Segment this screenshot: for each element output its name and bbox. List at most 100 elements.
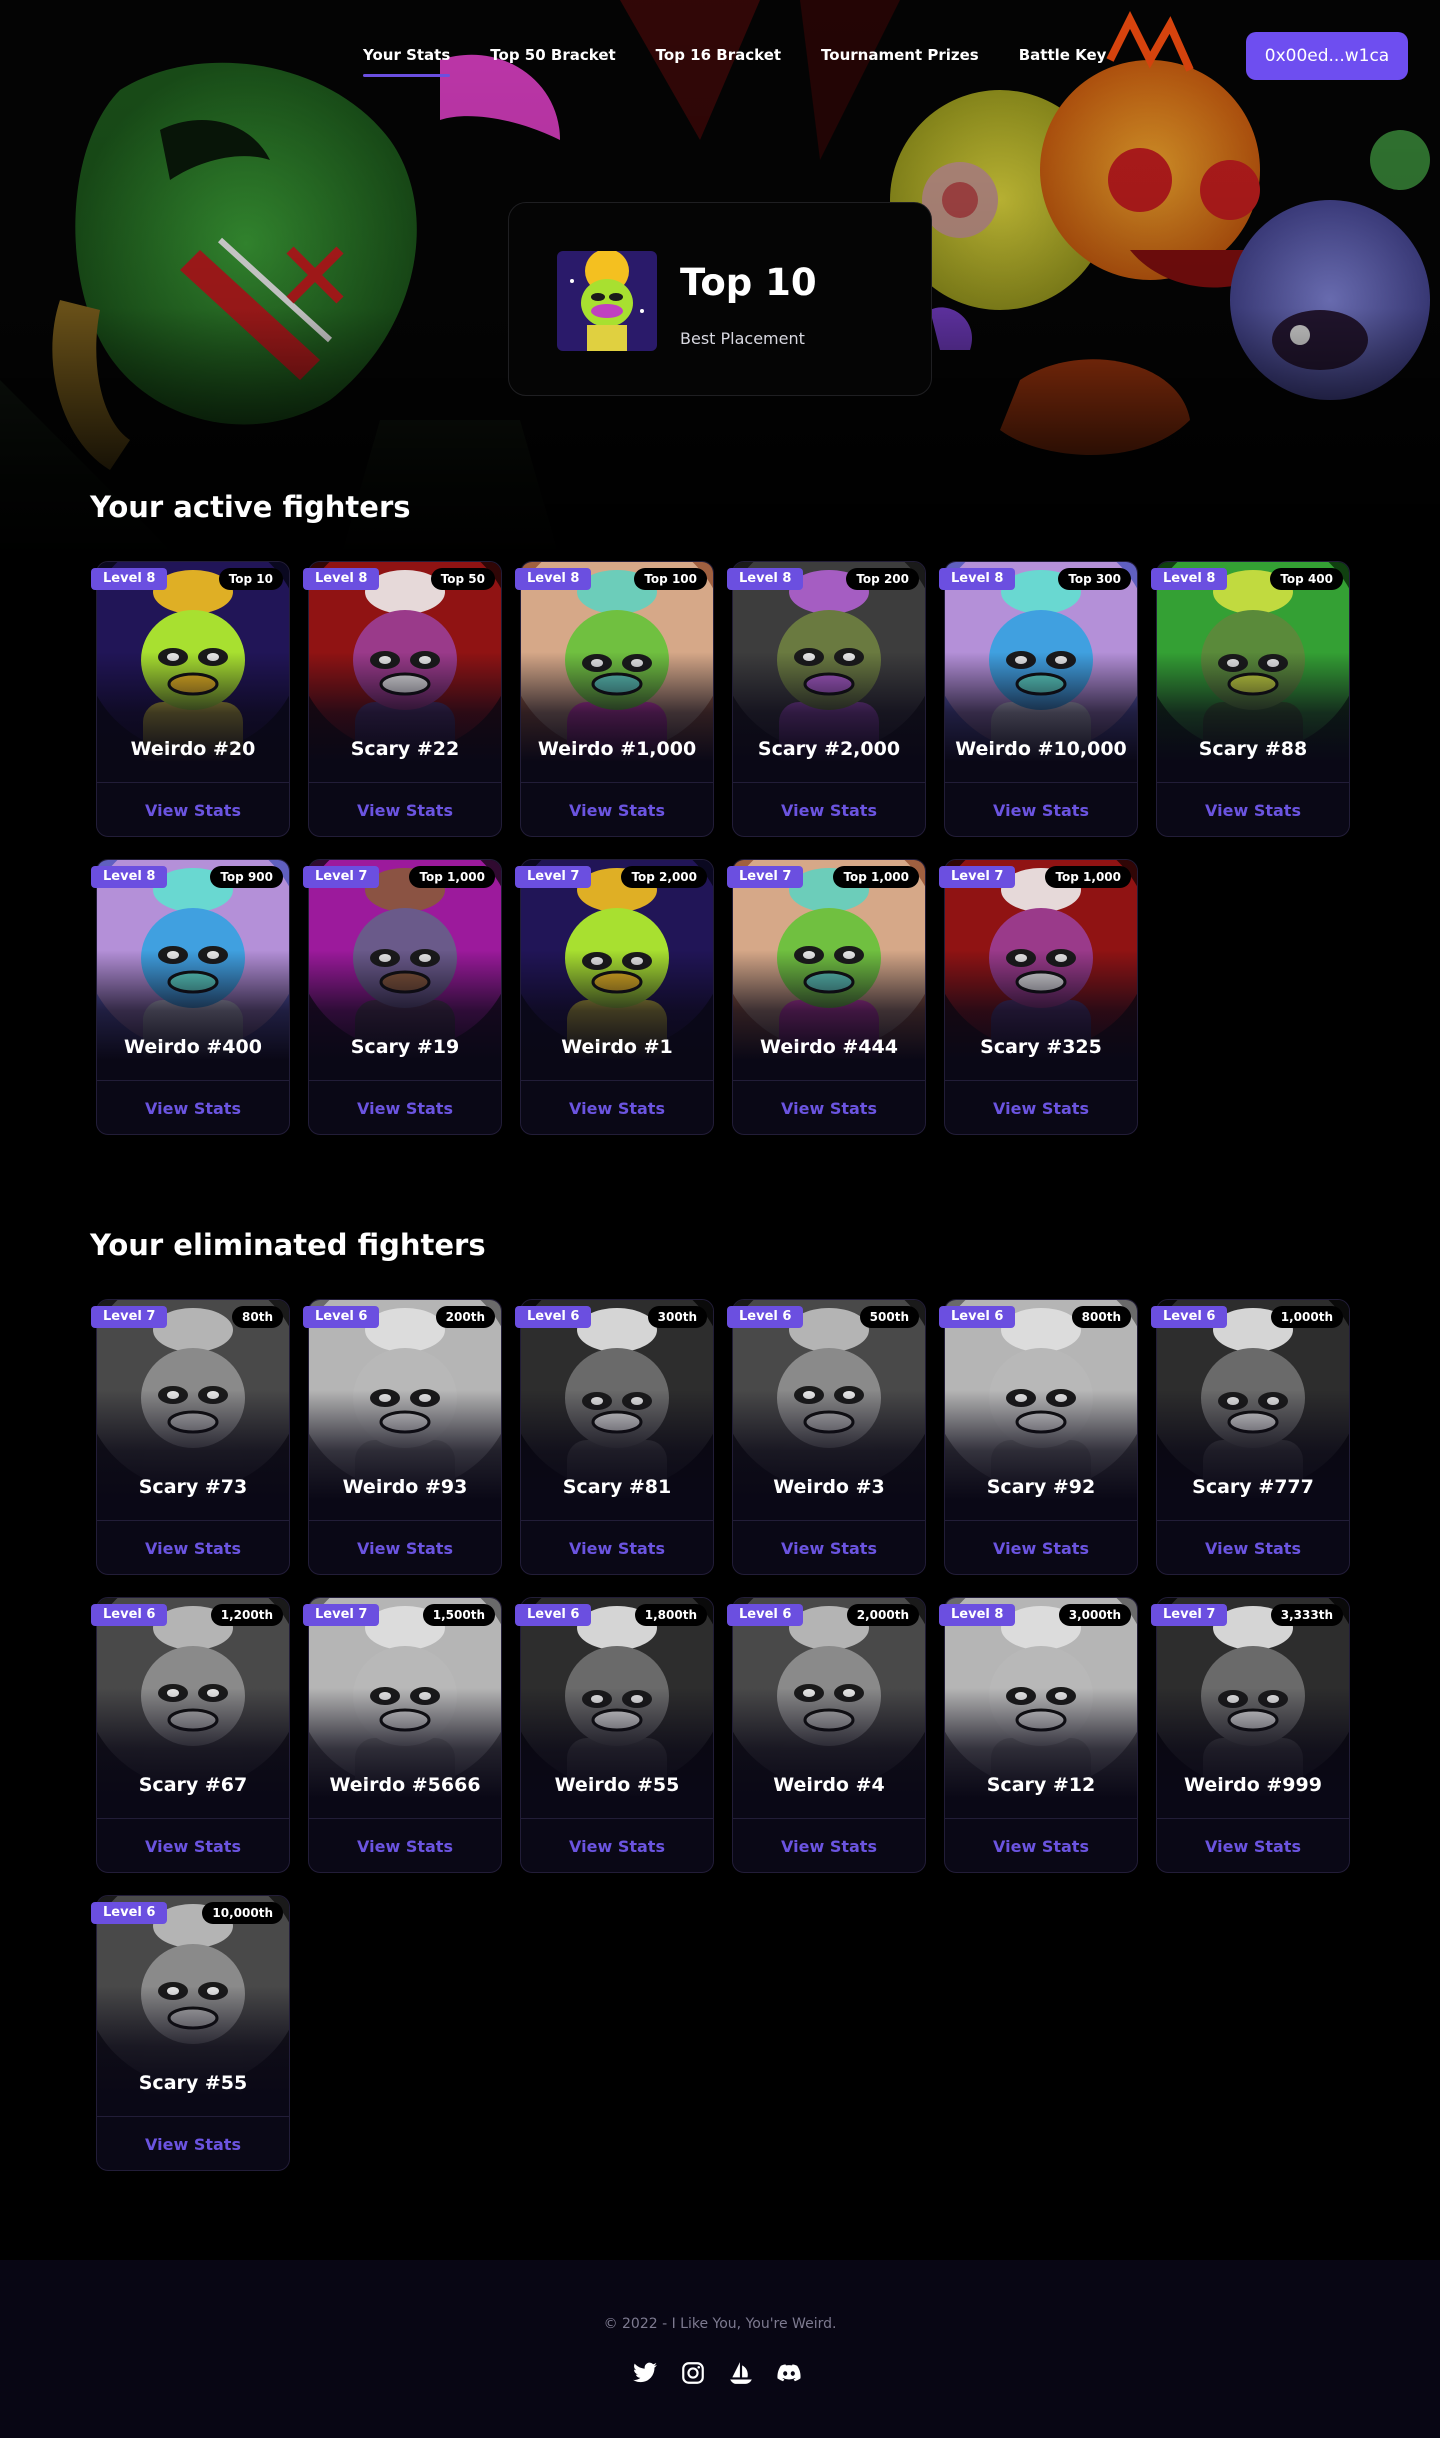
best-placement-card: Top 10 Best Placement — [508, 202, 932, 396]
wallet-button[interactable]: 0x00ed...w1ca — [1246, 32, 1408, 80]
view-stats-link[interactable]: View Stats — [945, 1081, 1137, 1135]
rank-badge: 3,000th — [1058, 1604, 1131, 1626]
level-badge: Level 8 — [91, 568, 168, 590]
eliminated-fighter-card: Level 7 1,500th Weirdo #5666 View Stats — [303, 1597, 502, 1873]
level-badge: Level 6 — [303, 1306, 380, 1328]
view-stats-link[interactable]: View Stats — [97, 1081, 289, 1135]
rank-badge: 1,500th — [422, 1604, 495, 1626]
view-stats-link[interactable]: View Stats — [97, 1819, 289, 1873]
fighter-name: Scary #55 — [138, 2072, 248, 2094]
active-fighter-card: Level 8 Top 10 Weirdo #20 View Stats — [91, 561, 290, 837]
fighter-image-wrap — [309, 562, 501, 762]
view-stats-link[interactable]: View Stats — [1157, 1819, 1349, 1873]
footer: © 2022 - I Like You, You're Weird. — [0, 2260, 1440, 2438]
fighter-name: Scary #81 — [562, 1476, 672, 1498]
rank-badge: 800th — [1071, 1306, 1131, 1328]
eliminated-fighters-heading: Your eliminated fighters — [90, 1228, 486, 1262]
fighter-image-wrap — [733, 1598, 925, 1798]
nav-link-top-16-bracket[interactable]: Top 16 Bracket — [656, 46, 781, 64]
fighter-image-wrap — [1157, 1598, 1349, 1798]
level-badge: Level 8 — [939, 568, 1016, 590]
view-stats-link[interactable]: View Stats — [309, 1521, 501, 1575]
level-badge: Level 6 — [727, 1306, 804, 1328]
view-stats-link[interactable]: View Stats — [97, 1521, 289, 1575]
level-badge: Level 7 — [91, 1306, 168, 1328]
rank-badge: 2,000th — [846, 1604, 919, 1626]
fighter-image-wrap — [521, 860, 713, 1060]
rank-badge: Top 2,000 — [621, 866, 707, 888]
level-badge: Level 7 — [515, 866, 592, 888]
nav-link-top-50-bracket[interactable]: Top 50 Bracket — [490, 46, 615, 64]
active-fighter-card: Level 8 Top 200 Scary #2,000 View Stats — [727, 561, 926, 837]
eliminated-fighter-card: Level 6 2,000th Weirdo #4 View Stats — [727, 1597, 926, 1873]
level-badge: Level 6 — [515, 1604, 592, 1626]
fighter-image-wrap — [521, 562, 713, 762]
eliminated-fighter-card: Level 6 800th Scary #92 View Stats — [939, 1299, 1138, 1575]
active-fighter-card: Level 7 Top 1,000 Weirdo #444 View Stats — [727, 859, 926, 1135]
fighter-image-wrap — [97, 1896, 289, 2096]
rank-badge: Top 10 — [218, 568, 283, 590]
view-stats-link[interactable]: View Stats — [309, 1819, 501, 1873]
opensea-icon[interactable] — [728, 2360, 754, 2386]
view-stats-link[interactable]: View Stats — [733, 783, 925, 837]
fighter-image-wrap — [97, 1598, 289, 1798]
fighter-image-wrap — [733, 1300, 925, 1500]
fighter-name: Scary #2,000 — [757, 738, 901, 760]
rank-badge: Top 200 — [846, 568, 919, 590]
fighter-name: Weirdo #1 — [561, 1036, 673, 1058]
level-badge: Level 7 — [303, 866, 380, 888]
level-badge: Level 7 — [303, 1604, 380, 1626]
active-fighter-card: Level 8 Top 400 Scary #88 View Stats — [1151, 561, 1350, 837]
rank-badge: Top 300 — [1058, 568, 1131, 590]
fighter-image-wrap — [521, 1300, 713, 1500]
level-badge: Level 8 — [727, 568, 804, 590]
fighter-name: Scary #73 — [138, 1476, 248, 1498]
eliminated-fighter-card: Level 7 3,333th Weirdo #999 View Stats — [1151, 1597, 1350, 1873]
view-stats-link[interactable]: View Stats — [521, 1819, 713, 1873]
eliminated-fighter-card: Level 6 1,000th Scary #777 View Stats — [1151, 1299, 1350, 1575]
nav-link-your-stats[interactable]: Your Stats — [363, 46, 451, 77]
view-stats-link[interactable]: View Stats — [97, 783, 289, 837]
view-stats-link[interactable]: View Stats — [945, 783, 1137, 837]
twitter-icon[interactable] — [632, 2360, 658, 2386]
view-stats-link[interactable]: View Stats — [521, 1521, 713, 1575]
active-fighter-card: Level 7 Top 1,000 Scary #19 View Stats — [303, 859, 502, 1135]
fighter-name: Scary #92 — [986, 1476, 1096, 1498]
level-badge: Level 6 — [91, 1902, 168, 1924]
view-stats-link[interactable]: View Stats — [733, 1081, 925, 1135]
eliminated-fighter-card: Level 6 1,200th Scary #67 View Stats — [91, 1597, 290, 1873]
view-stats-link[interactable]: View Stats — [97, 2117, 289, 2171]
view-stats-link[interactable]: View Stats — [521, 1081, 713, 1135]
fighter-image-wrap — [1157, 1300, 1349, 1500]
fighter-name: Weirdo #999 — [1184, 1774, 1322, 1796]
view-stats-link[interactable]: View Stats — [733, 1819, 925, 1873]
active-fighter-card: Level 8 Top 900 Weirdo #400 View Stats — [91, 859, 290, 1135]
fighter-name: Weirdo #400 — [124, 1036, 262, 1058]
view-stats-link[interactable]: View Stats — [733, 1521, 925, 1575]
discord-icon[interactable] — [776, 2360, 802, 2386]
level-badge: Level 6 — [91, 1604, 168, 1626]
view-stats-link[interactable]: View Stats — [945, 1819, 1137, 1873]
instagram-icon[interactable] — [680, 2360, 706, 2386]
placement-subtitle: Best Placement — [680, 329, 805, 348]
fighter-name: Weirdo #93 — [342, 1476, 468, 1498]
rank-badge: Top 400 — [1270, 568, 1343, 590]
fighter-name: Scary #88 — [1198, 738, 1308, 760]
active-fighter-card: Level 7 Top 2,000 Weirdo #1 View Stats — [515, 859, 714, 1135]
view-stats-link[interactable]: View Stats — [1157, 783, 1349, 837]
fighter-name: Scary #325 — [980, 1036, 1102, 1058]
view-stats-link[interactable]: View Stats — [309, 1081, 501, 1135]
fighter-image-wrap — [309, 1598, 501, 1798]
fighter-image-wrap — [521, 1598, 713, 1798]
rank-badge: 500th — [859, 1306, 919, 1328]
view-stats-link[interactable]: View Stats — [309, 783, 501, 837]
view-stats-link[interactable]: View Stats — [945, 1521, 1137, 1575]
rank-badge: 200th — [435, 1306, 495, 1328]
view-stats-link[interactable]: View Stats — [1157, 1521, 1349, 1575]
fighter-name: Scary #22 — [350, 738, 460, 760]
level-badge: Level 6 — [1151, 1306, 1228, 1328]
view-stats-link[interactable]: View Stats — [521, 783, 713, 837]
fighter-image-wrap — [309, 1300, 501, 1500]
nav-link-battle-key[interactable]: Battle Key — [1019, 46, 1107, 64]
nav-link-tournament-prizes[interactable]: Tournament Prizes — [821, 46, 979, 64]
